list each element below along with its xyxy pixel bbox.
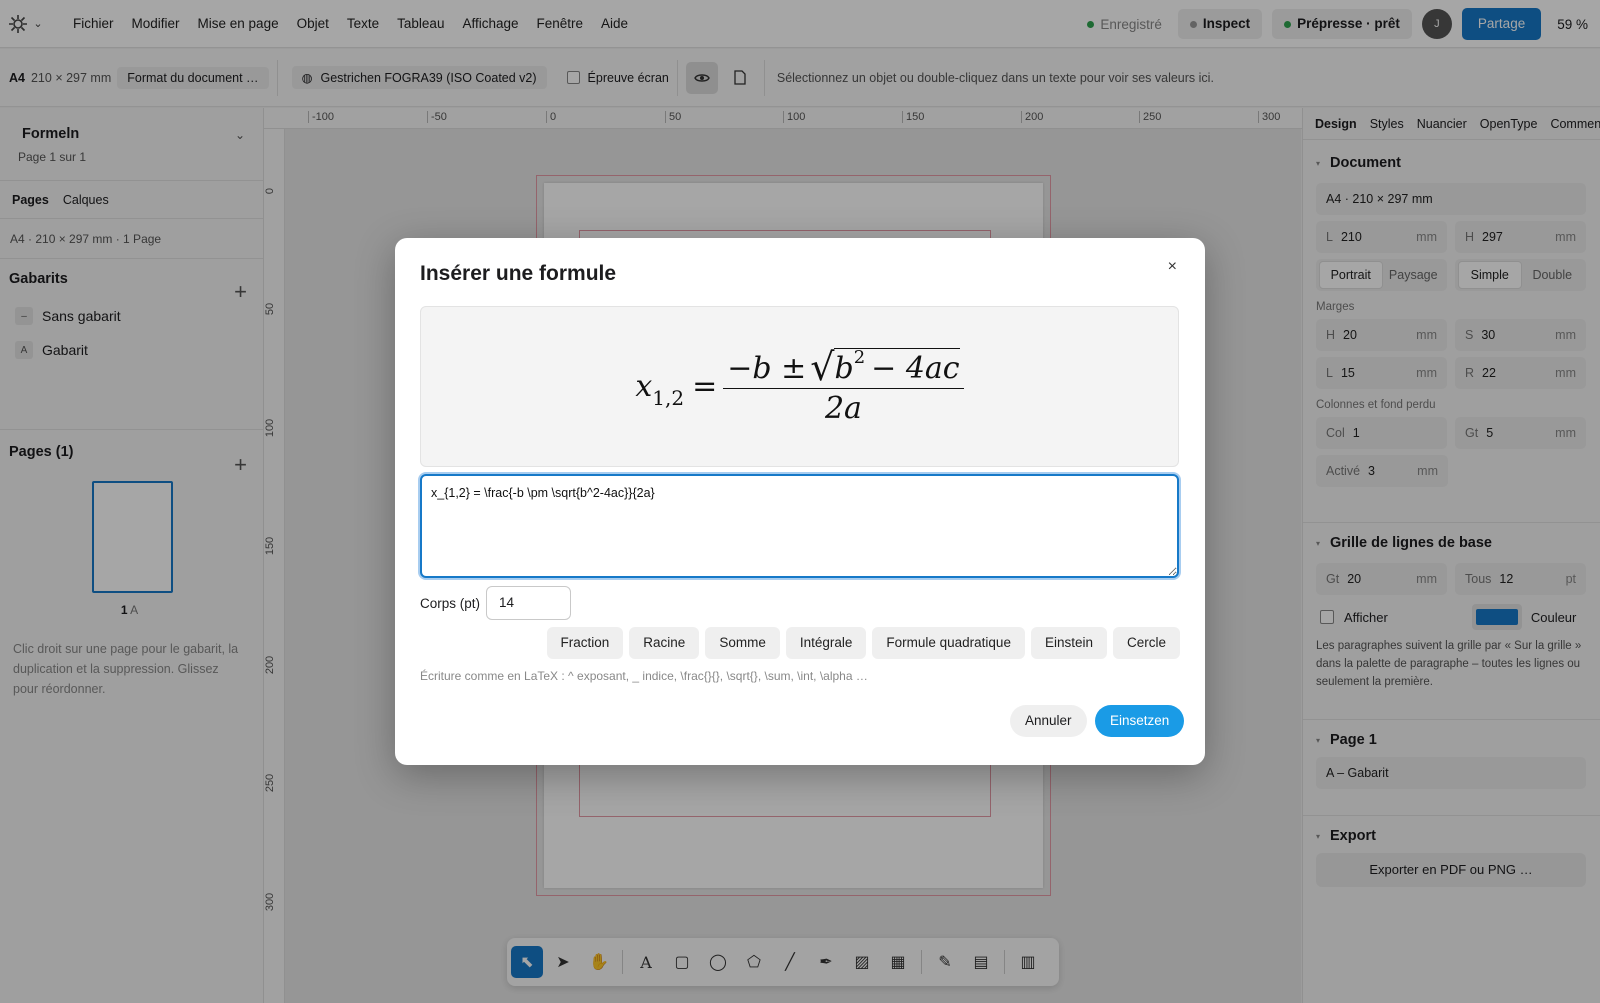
preview-fraction: −b ± √ b 2 − 4ac 2a	[723, 344, 964, 426]
preview-radicand-rest: − 4ac	[871, 350, 960, 386]
preview-equals: =	[692, 369, 718, 404]
preview-denominator: 2a	[824, 390, 862, 426]
insert-button[interactable]: Einsetzen	[1095, 705, 1185, 737]
preview-radicand-base: b	[834, 350, 854, 386]
preview-radicand: b 2 − 4ac	[834, 346, 960, 386]
einstein-button[interactable]: Einstein	[1030, 627, 1107, 659]
cancel-button[interactable]: Annuler	[1010, 705, 1087, 737]
insert-formula-dialog: Insérer une formule × x 1,2 = −b ± √ b 2…	[395, 238, 1205, 765]
fraction-button[interactable]: Fraction	[546, 627, 624, 659]
syntax-hint: Écriture comme en LaTeX : ^ exposant, _ …	[420, 669, 868, 683]
sqrt-icon: √	[810, 344, 835, 389]
dialog-title: Insérer une formule	[420, 262, 617, 285]
preview-x: x	[635, 369, 653, 404]
quadratic-formula-button[interactable]: Formule quadratique	[872, 627, 1025, 659]
circle-button[interactable]: Cercle	[1112, 627, 1180, 659]
sum-button[interactable]: Somme	[705, 627, 780, 659]
preview-num-a: −b ±	[727, 350, 807, 386]
size-input[interactable]: 14	[486, 586, 572, 620]
integral-button[interactable]: Intégrale	[785, 627, 867, 659]
quick-formula-buttons: Fraction Racine Somme Intégrale Formule …	[546, 627, 1180, 659]
latex-input[interactable]	[420, 474, 1179, 578]
formula-preview: x 1,2 = −b ± √ b 2 − 4ac 2a	[420, 306, 1179, 467]
close-icon[interactable]: ×	[1168, 258, 1177, 276]
size-row: Corps (pt) 14	[420, 586, 572, 620]
root-button[interactable]: Racine	[629, 627, 700, 659]
preview-superscript: 2	[853, 346, 866, 368]
size-label: Corps (pt)	[420, 595, 481, 611]
preview-subscript: 1,2	[652, 385, 685, 410]
preview-numerator: −b ± √ b 2 − 4ac	[723, 344, 964, 389]
